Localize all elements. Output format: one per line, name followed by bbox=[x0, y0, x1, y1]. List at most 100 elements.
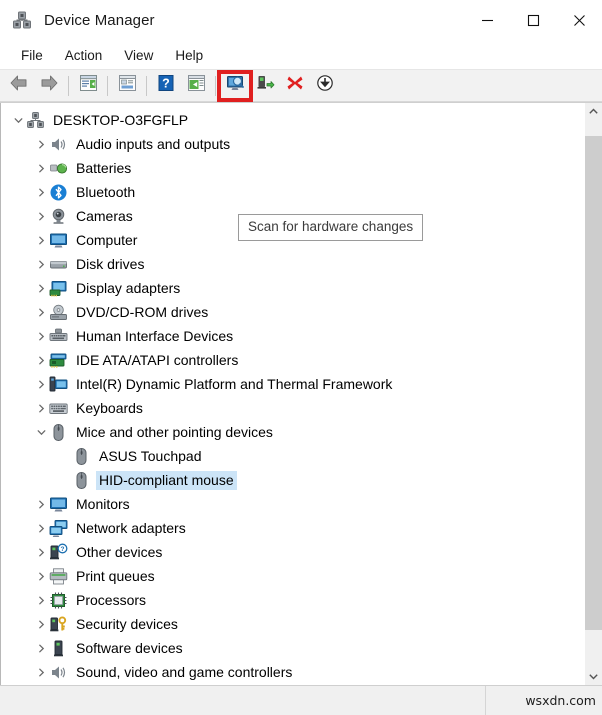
chevron-right-icon[interactable] bbox=[33, 204, 49, 228]
tree-item[interactable]: Keyboards bbox=[1, 396, 584, 420]
chevron-right-icon[interactable] bbox=[33, 588, 49, 612]
toolbar-separator-1 bbox=[68, 75, 69, 96]
tree-item[interactable]: HID-compliant mouse bbox=[1, 468, 584, 492]
uninstall-device-button[interactable] bbox=[280, 73, 310, 99]
chevron-right-icon[interactable] bbox=[33, 180, 49, 204]
mouse-icon bbox=[72, 447, 91, 466]
watermark: wsxdn.com bbox=[525, 693, 596, 708]
vertical-scrollbar[interactable] bbox=[584, 103, 602, 685]
window-controls bbox=[464, 0, 602, 40]
tree-item-label: Software devices bbox=[76, 639, 183, 656]
chevron-right-icon[interactable] bbox=[33, 324, 49, 348]
back-button[interactable] bbox=[4, 73, 34, 99]
toolbar-separator-2 bbox=[107, 75, 108, 96]
chevron-right-icon[interactable] bbox=[33, 492, 49, 516]
chevron-right-icon[interactable] bbox=[33, 300, 49, 324]
menu-view[interactable]: View bbox=[113, 45, 164, 66]
chevron-right-icon[interactable] bbox=[33, 516, 49, 540]
status-message bbox=[0, 686, 486, 715]
chevron-right-icon[interactable] bbox=[33, 660, 49, 684]
tree-item[interactable]: Monitors bbox=[1, 492, 584, 516]
chevron-right-icon[interactable] bbox=[33, 252, 49, 276]
chevron-right-icon[interactable] bbox=[33, 636, 49, 660]
scroll-up-button[interactable] bbox=[585, 103, 602, 120]
tree-item[interactable]: Audio inputs and outputs bbox=[1, 132, 584, 156]
chevron-right-icon[interactable] bbox=[33, 372, 49, 396]
chevron-right-icon[interactable] bbox=[33, 156, 49, 180]
tree-item-label: IDE ATA/ATAPI controllers bbox=[76, 351, 239, 368]
tree-item[interactable]: Human Interface Devices bbox=[1, 324, 584, 348]
tree-item-label: Network adapters bbox=[76, 519, 186, 536]
chevron-down-icon[interactable] bbox=[10, 108, 26, 132]
minimize-button[interactable] bbox=[464, 0, 510, 40]
scan-for-hardware-changes-button[interactable] bbox=[217, 69, 253, 102]
tree-item[interactable]: ? Other devices bbox=[1, 540, 584, 564]
other-device-icon: ? bbox=[49, 543, 68, 562]
forward-arrow-icon bbox=[39, 74, 59, 97]
scrollbar-thumb[interactable] bbox=[585, 136, 602, 630]
red-x-icon bbox=[286, 74, 304, 97]
properties-button[interactable] bbox=[112, 73, 142, 99]
tree-item[interactable]: Mice and other pointing devices bbox=[1, 420, 584, 444]
tree-item-label: DESKTOP-O3FGFLP bbox=[53, 111, 189, 128]
tree-item[interactable]: Print queues bbox=[1, 564, 584, 588]
chevron-right-icon[interactable] bbox=[33, 684, 49, 685]
keyboard-icon bbox=[49, 399, 68, 418]
menu-help[interactable]: Help bbox=[164, 45, 214, 66]
tree-item[interactable]: Security devices bbox=[1, 612, 584, 636]
chevron-right-icon[interactable] bbox=[33, 132, 49, 156]
chevron-right-icon[interactable] bbox=[33, 564, 49, 588]
forward-button[interactable] bbox=[34, 73, 64, 99]
tree-item[interactable]: Software devices bbox=[1, 636, 584, 660]
tree-item[interactable]: ASUS Touchpad bbox=[1, 444, 584, 468]
ide-controller-icon bbox=[49, 351, 68, 370]
tree-item[interactable]: Storage controllers bbox=[1, 684, 584, 685]
chevron-right-icon[interactable] bbox=[33, 396, 49, 420]
tree-item[interactable]: Display adapters bbox=[1, 276, 584, 300]
update-driver-icon bbox=[187, 74, 206, 97]
device-manager-window: Device Manager File Action View Help ? D… bbox=[0, 0, 602, 715]
chevron-right-icon[interactable] bbox=[33, 348, 49, 372]
hid-icon bbox=[49, 327, 68, 346]
tree-item[interactable]: DESKTOP-O3FGFLP bbox=[1, 108, 584, 132]
tree-item-label: Keyboards bbox=[76, 399, 143, 416]
enable-device-button[interactable] bbox=[250, 73, 280, 99]
tree-item[interactable]: DVD/CD-ROM drives bbox=[1, 300, 584, 324]
menu-action[interactable]: Action bbox=[54, 45, 114, 66]
chevron-right-icon[interactable] bbox=[33, 276, 49, 300]
tree-item[interactable]: Intel(R) Dynamic Platform and Thermal Fr… bbox=[1, 372, 584, 396]
update-driver-button[interactable] bbox=[181, 73, 211, 99]
close-button[interactable] bbox=[556, 0, 602, 40]
tree-item[interactable]: Processors bbox=[1, 588, 584, 612]
disable-device-button[interactable] bbox=[310, 73, 340, 99]
chevron-down-icon[interactable] bbox=[33, 420, 49, 444]
thermal-framework-icon bbox=[49, 375, 68, 394]
tree-item[interactable]: Network adapters bbox=[1, 516, 584, 540]
tree-item[interactable]: IDE ATA/ATAPI controllers bbox=[1, 348, 584, 372]
scroll-down-button[interactable] bbox=[585, 668, 602, 685]
tree-item-label: Cameras bbox=[76, 207, 133, 224]
device-tree[interactable]: DESKTOP-O3FGFLP Audio inputs and outputs… bbox=[0, 103, 584, 685]
back-arrow-icon bbox=[9, 74, 29, 97]
console-tree-icon bbox=[79, 74, 98, 97]
maximize-button[interactable] bbox=[510, 0, 556, 40]
tree-item[interactable]: Batteries bbox=[1, 156, 584, 180]
scan-monitor-icon bbox=[226, 74, 245, 97]
chevron-right-icon[interactable] bbox=[33, 612, 49, 636]
tree-item-label: Display adapters bbox=[76, 279, 181, 296]
display-adapter-icon bbox=[49, 279, 68, 298]
chevron-right-icon[interactable] bbox=[33, 540, 49, 564]
menu-file[interactable]: File bbox=[10, 45, 54, 66]
title-bar: Device Manager bbox=[0, 0, 602, 41]
bluetooth-icon bbox=[49, 183, 68, 202]
tree-item[interactable]: Disk drives bbox=[1, 252, 584, 276]
show-hide-console-tree-button[interactable] bbox=[73, 73, 103, 99]
scrollbar-track[interactable] bbox=[585, 120, 602, 668]
tree-item[interactable]: Sound, video and game controllers bbox=[1, 660, 584, 684]
tree-item-label: Disk drives bbox=[76, 255, 145, 272]
help-button[interactable]: ? bbox=[151, 73, 181, 99]
chevron-right-icon[interactable] bbox=[33, 228, 49, 252]
tree-item[interactable]: Bluetooth bbox=[1, 180, 584, 204]
